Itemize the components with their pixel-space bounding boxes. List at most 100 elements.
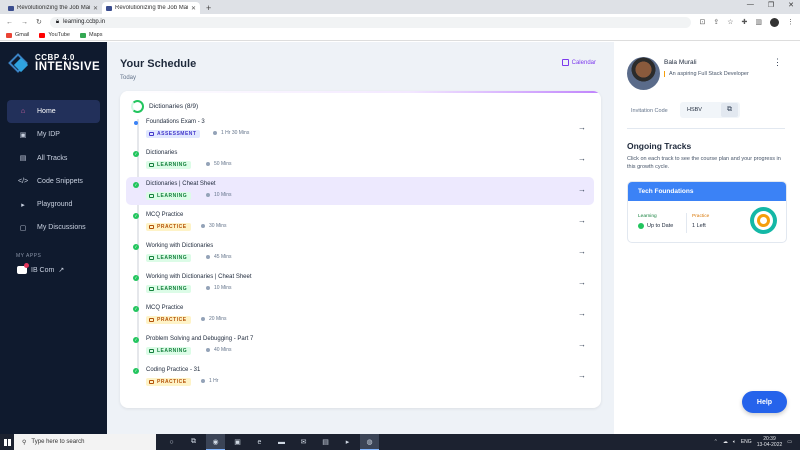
mail-icon[interactable]: ✉: [294, 434, 313, 450]
schedule-item[interactable]: Foundations Exam - 3 ASSESSMENT 1 Hr 30 Mi…: [126, 115, 594, 143]
learning-icon: [149, 163, 154, 167]
learning-icon: [149, 256, 154, 260]
cortana-icon[interactable]: ○: [162, 434, 181, 450]
address-bar[interactable]: 🔒︎ learning.ccbp.in: [49, 16, 692, 28]
schedule-item[interactable]: ✓ MCQ Practice PRACTICE 20 Mins →: [126, 301, 594, 329]
sidebar-item-code-snippets[interactable]: </> Code Snippets: [7, 170, 100, 193]
copy-icon[interactable]: ⧉: [721, 103, 738, 117]
browser-active-icon[interactable]: ◍: [360, 434, 379, 450]
schedule-item-title: Working with Dictionaries | Cheat Sheet: [146, 274, 252, 280]
learning-badge: LEARNING: [146, 254, 192, 262]
track-card[interactable]: Tech Foundations Learning Up to Date Pra…: [627, 181, 787, 243]
chrome-icon[interactable]: ◉: [206, 434, 225, 450]
profile-avatar[interactable]: [770, 17, 779, 27]
minimize-icon[interactable]: —: [747, 1, 754, 9]
arrow-right-icon[interactable]: →: [578, 309, 586, 318]
arrow-right-icon[interactable]: →: [578, 247, 586, 256]
practice-icon: [149, 318, 154, 322]
app-icon[interactable]: ▣: [228, 434, 247, 450]
site-favicon-icon: [8, 5, 14, 11]
sidebar-item-my-idp[interactable]: ▣ My IDP: [7, 123, 100, 146]
site-favicon-icon: [106, 5, 112, 11]
external-link-icon[interactable]: ↗: [58, 266, 64, 274]
clock-icon: [206, 348, 210, 352]
sidebar-item-home[interactable]: ⌂ Home: [7, 100, 100, 123]
schedule-item-title: Foundations Exam - 3: [146, 119, 205, 125]
schedule-item[interactable]: ✓ Working with Dictionaries LEARNING 45 Min…: [126, 239, 594, 267]
schedule-item[interactable]: ✓ Dictionaries | Cheat Sheet LEARNING 10 Mi…: [126, 177, 594, 205]
check-circle-icon: ✓: [133, 337, 139, 343]
schedule-item[interactable]: ✓ Problem Solving and Debugging - Part 7 L…: [126, 332, 594, 360]
arrow-right-icon[interactable]: →: [578, 371, 586, 380]
language-indicator[interactable]: ENG: [741, 439, 752, 445]
invitation-label: Invitation Code: [631, 108, 668, 114]
schedule-item[interactable]: ✓ Working with Dictionaries | Cheat Sheet…: [126, 270, 594, 298]
arrow-right-icon[interactable]: →: [578, 340, 586, 349]
browser-tab-active[interactable]: Revolutionizing the Job Market |✕: [102, 2, 200, 14]
bookmark-youtube[interactable]: YouTube: [39, 32, 70, 38]
menu-kebab-icon[interactable]: ⋮: [787, 18, 794, 26]
ccbp-logo[interactable]: CCBP 4.0 INTENSIVE: [8, 53, 100, 75]
bookmark-maps[interactable]: Maps: [80, 32, 102, 38]
clock-icon: [206, 255, 210, 259]
arrow-right-icon[interactable]: →: [578, 278, 586, 287]
restore-icon[interactable]: ❐: [768, 1, 774, 9]
sidebar-item-label: Home: [37, 108, 56, 115]
file-explorer-icon[interactable]: ▬: [272, 434, 291, 450]
avatar[interactable]: [627, 57, 660, 90]
group-header: Dictionaries (8/9): [131, 100, 198, 113]
sidebar-item-my-discussions[interactable]: ▢ My Discussions: [7, 216, 100, 239]
tracks-icon: ▤: [19, 155, 27, 163]
edge-icon[interactable]: e: [250, 434, 269, 450]
close-tab-icon[interactable]: ✕: [191, 5, 196, 12]
arrow-right-icon[interactable]: →: [578, 154, 586, 163]
notification-icon[interactable]: ▭: [787, 439, 792, 445]
learning-status: Up to Date: [638, 223, 673, 229]
browser-tab[interactable]: Revolutionizing the Job Market |✕: [4, 2, 102, 14]
network-icon[interactable]: ☁: [723, 439, 728, 445]
learning-badge: LEARNING: [146, 347, 192, 355]
sidebar-item-playground[interactable]: ▸ Playground: [7, 193, 100, 216]
volume-icon[interactable]: 🔈︎: [733, 439, 736, 445]
check-circle-icon: ✓: [133, 182, 139, 188]
schedule-item[interactable]: ✓ MCQ Practice PRACTICE 30 Mins →: [126, 208, 594, 236]
arrow-right-icon[interactable]: →: [578, 185, 586, 194]
page-title: Your Schedule: [120, 58, 197, 70]
app-ib-com[interactable]: IB Com ↗: [17, 263, 64, 274]
back-icon[interactable]: ←: [6, 19, 13, 26]
arrow-right-icon[interactable]: →: [578, 123, 586, 132]
bookmark-star-icon[interactable]: ☆: [727, 18, 733, 26]
sidebar-item-all-tracks[interactable]: ▤ All Tracks: [7, 147, 100, 170]
close-window-icon[interactable]: ✕: [788, 1, 794, 9]
install-icon[interactable]: ⊡: [699, 18, 705, 26]
tray-chevron-icon[interactable]: ⌃: [714, 439, 718, 445]
start-button[interactable]: [0, 434, 14, 450]
duration: 40 Mins: [206, 347, 232, 353]
forward-icon[interactable]: →: [21, 19, 28, 26]
arrow-right-icon[interactable]: →: [578, 216, 586, 225]
extensions-icon[interactable]: ✚: [742, 18, 748, 26]
divider: [686, 213, 687, 233]
practice-badge: PRACTICE: [146, 223, 191, 231]
bookmark-gmail[interactable]: Gmail: [6, 32, 29, 38]
clock[interactable]: 20:39 13-04-2022: [757, 436, 783, 448]
check-circle-icon: ✓: [133, 306, 139, 312]
taskbar-search[interactable]: ⚲ Type here to search: [14, 434, 156, 450]
help-button[interactable]: Help: [742, 391, 787, 413]
new-tab-button[interactable]: +: [206, 2, 211, 14]
terminal-icon[interactable]: ▸: [338, 434, 357, 450]
task-view-icon[interactable]: ⧉: [184, 434, 203, 450]
close-tab-icon[interactable]: ✕: [93, 5, 98, 12]
reload-icon[interactable]: ↻: [36, 18, 42, 26]
sidepanel-icon[interactable]: ▥: [755, 18, 762, 26]
share-icon[interactable]: ⇪: [713, 18, 719, 26]
schedule-item[interactable]: ✓ Coding Practice - 31 PRACTICE 1 Hr →: [126, 363, 594, 391]
store-icon[interactable]: ▤: [316, 434, 335, 450]
sidebar-item-label: My IDP: [37, 131, 60, 139]
sidebar-item-label: My Discussions: [37, 224, 86, 232]
schedule-item[interactable]: ✓ Dictionaries LEARNING 50 Mins →: [126, 146, 594, 174]
check-circle-icon: ✓: [133, 213, 139, 219]
more-options-icon[interactable]: ⋮: [773, 57, 782, 68]
calendar-link[interactable]: Calendar: [561, 59, 596, 66]
clock-icon: [206, 193, 210, 197]
